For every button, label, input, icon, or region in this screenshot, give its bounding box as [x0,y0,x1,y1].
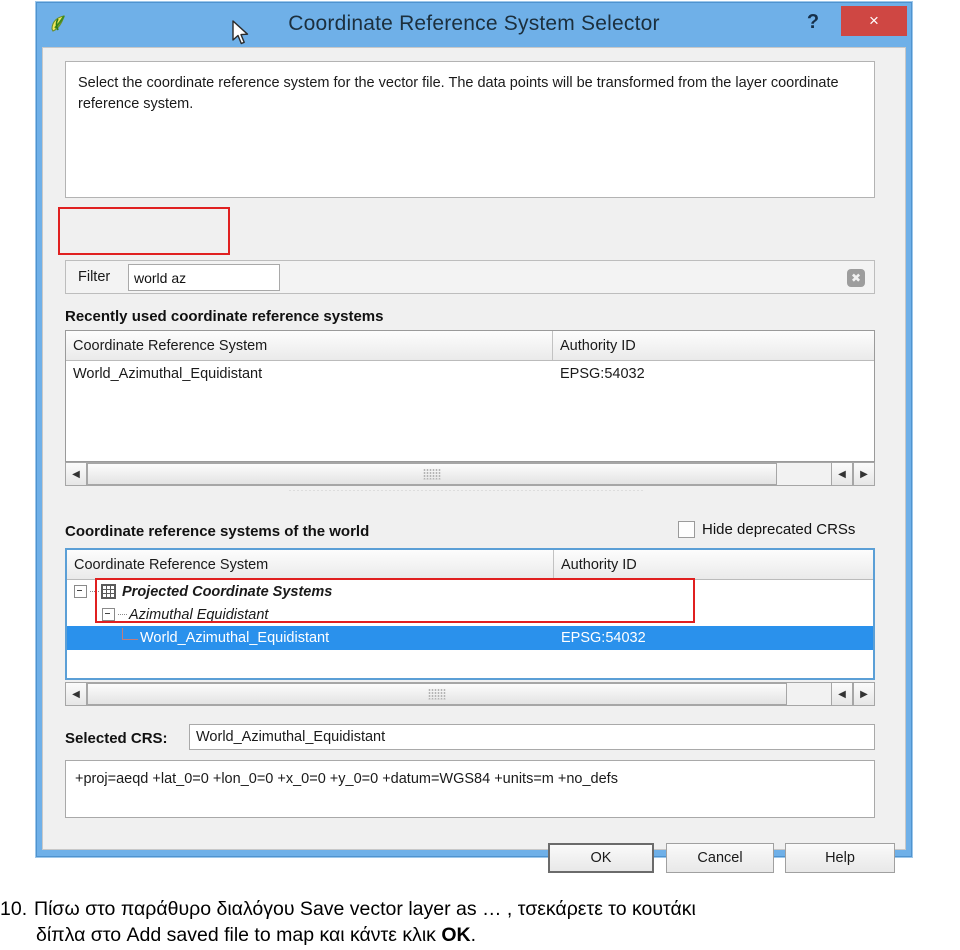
scroll-track[interactable] [87,682,831,706]
proj-string-box: +proj=aeqd +lat_0=0 +lon_0=0 +x_0=0 +y_0… [65,760,875,818]
cell-crs: World_Azimuthal_Equidistant [67,626,554,650]
cell-authority: EPSG:54032 [560,366,645,382]
cell-crs: World_Azimuthal_Equidistant [73,366,263,382]
expander-minus-icon[interactable] [74,585,87,598]
help-button[interactable]: Help [785,843,895,873]
expander-minus-icon[interactable] [102,608,115,621]
caption-line2: δίπλα στο Add saved file to map και κάντ… [0,923,960,949]
crs-selector-dialog: Coordinate Reference System Selector ? ×… [36,2,912,873]
filter-input[interactable] [128,264,280,291]
scroll-thumb[interactable] [87,463,777,485]
grid-icon [101,584,116,599]
page-root: Coordinate Reference System Selector ? ×… [0,0,960,950]
tree-line [118,613,127,616]
cell-authority [554,603,873,626]
splitter-handle[interactable] [288,489,643,491]
caption-number: 10. [0,898,28,920]
recently-used-table[interactable]: Coordinate Reference System Authority ID… [65,330,875,462]
column-header-crs[interactable]: Coordinate Reference System [66,331,553,360]
hide-deprecated-label: Hide deprecated CRSs [702,521,856,538]
filter-container: Filter ✖ [65,260,875,294]
tree-row-selected[interactable]: World_Azimuthal_Equidistant EPSG:54032 [67,626,873,650]
cell-authority: EPSG:54032 [561,630,646,646]
scroll-track[interactable] [87,462,831,486]
selected-crs-label: Selected CRS: [65,730,168,747]
ok-button[interactable]: OK [548,843,654,873]
hide-deprecated-checkbox-row[interactable]: Hide deprecated CRSs [678,521,855,538]
tree-node-label: Azimuthal Equidistant [129,606,269,623]
caption-line2-text: δίπλα στο Add saved file to map και κάντ… [36,923,442,946]
recently-used-header: Coordinate Reference System Authority ID [66,331,874,361]
scroll-grip-icon [428,688,446,700]
tree-node-label: World_Azimuthal_Equidistant [140,630,330,646]
caption-line2-end: . [470,923,477,946]
scroll-right-icon[interactable]: ▶ [853,462,875,486]
cell-crs: Projected Coordinate Systems [67,580,554,603]
scroll-right-icon[interactable]: ▶ [853,682,875,706]
tree-row[interactable]: Projected Coordinate Systems [67,580,873,603]
tree-line [90,590,99,593]
caption-line2-emphasis: OK [441,923,471,946]
world-crs-title: Coordinate reference systems of the worl… [65,523,370,540]
caption-line1: Πίσω στο παράθυρο διαλόγου Save vector l… [34,898,696,920]
tree-elbow-icon [122,628,138,640]
titlebar-close-icon[interactable]: × [841,6,907,36]
scroll-left-icon[interactable]: ◀ [65,682,87,706]
hide-deprecated-checkbox[interactable] [678,521,695,538]
column-header-authority[interactable]: Authority ID [554,550,873,579]
scroll-thumb[interactable] [87,683,787,705]
caption-text: 10. Πίσω στο παράθυρο διαλόγου Save vecto… [0,897,960,948]
tree-row[interactable]: Azimuthal Equidistant [67,603,873,626]
selected-crs-input[interactable] [189,724,875,750]
cell-crs: Azimuthal Equidistant [95,603,554,626]
cell-authority [554,580,873,603]
table-row[interactable]: World_Azimuthal_Equidistant EPSG:54032 [66,361,874,387]
filter-row: Filter ✖ [65,260,875,294]
dialog-titlebar: Coordinate Reference System Selector ? × [37,3,911,47]
clear-x-icon[interactable]: ✖ [847,269,865,287]
dialog-client-area: Select the coordinate reference system f… [42,47,906,873]
scroll-grip-icon [423,468,441,480]
tree-node-label: Projected Coordinate Systems [122,583,333,600]
world-crs-hscrollbar[interactable]: ◀ ◀ ▶ [65,682,875,706]
dialog-title: Coordinate Reference System Selector [288,12,660,35]
cancel-button[interactable]: Cancel [666,843,774,873]
scroll-left-step-icon[interactable]: ◀ [831,682,853,706]
world-crs-tree[interactable]: Coordinate Reference System Authority ID… [65,548,875,680]
description-box: Select the coordinate reference system f… [65,61,875,198]
column-header-authority[interactable]: Authority ID [553,331,874,360]
titlebar-help-icon[interactable]: ? [799,8,827,36]
filter-label: Filter [78,269,111,285]
recently-used-hscrollbar[interactable]: ◀ ◀ ▶ [65,462,875,486]
world-crs-header: Coordinate Reference System Authority ID [67,550,873,580]
scroll-left-icon[interactable]: ◀ [65,462,87,486]
scroll-left-step-icon[interactable]: ◀ [831,462,853,486]
column-header-crs[interactable]: Coordinate Reference System [67,550,554,579]
recently-used-title: Recently used coordinate reference syste… [65,308,384,325]
